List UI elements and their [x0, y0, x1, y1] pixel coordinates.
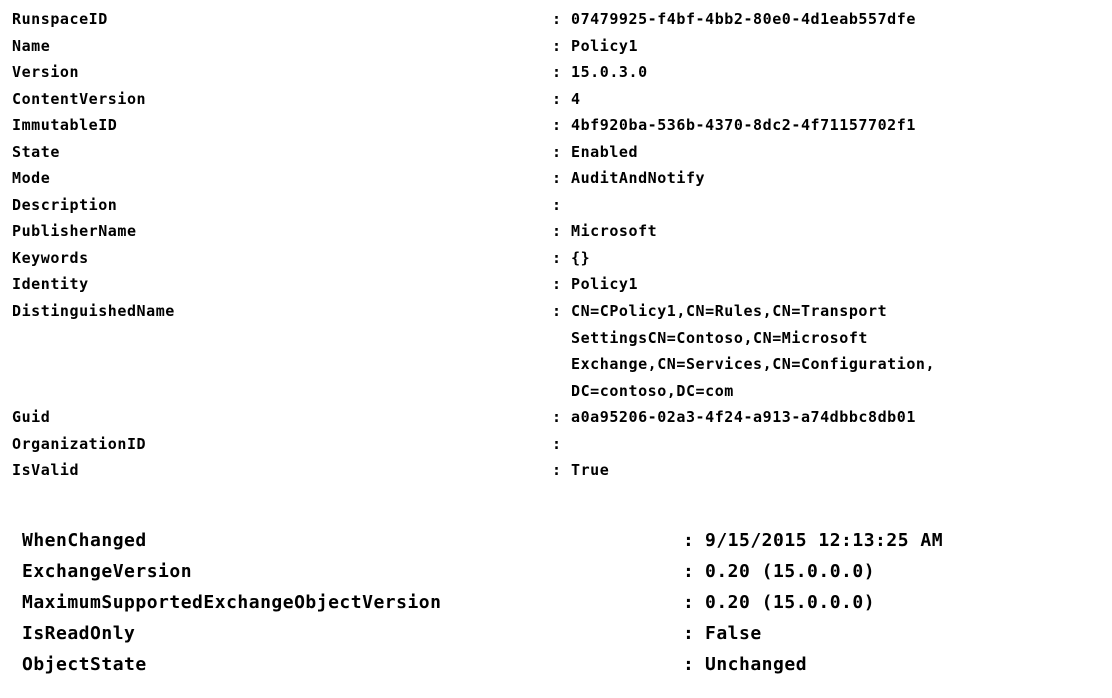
property-value: 15.0.3.0 [571, 63, 648, 82]
property-row: IsValid: True [12, 457, 935, 484]
property-label: Keywords [12, 248, 89, 267]
property-row: Version:15.0.3.0 [12, 59, 935, 86]
property-label: Guid [12, 408, 51, 427]
property-value: AuditAndNotify [571, 169, 706, 188]
property-value-line: DC=contoso,DC=com [571, 381, 734, 400]
property-row: Identity: Policy1 [12, 271, 935, 298]
property-separator: : [552, 10, 562, 28]
property-row: ContentVersion:4 [12, 86, 935, 113]
property-label: Description [12, 195, 118, 214]
property-separator: : [552, 142, 562, 161]
property-value-line: Exchange,CN=Services,CN=Configuration, [571, 355, 936, 374]
property-separator: : [552, 222, 562, 241]
property-value: 4bf920ba-536b-4370-8dc2-4f71157702f1 [571, 116, 916, 135]
property-label: ObjectState [22, 654, 147, 675]
property-label: OrganizationID [12, 434, 147, 453]
property-value: True [571, 461, 610, 480]
property-separator: : [552, 89, 562, 108]
property-label: WhenChanged [22, 530, 147, 551]
property-row: WhenChanged:9/15/2015 12:13:25 AM [22, 525, 943, 556]
property-value: 07479925-f4bf-4bb2-80e0-4d1eab557dfe [571, 10, 916, 28]
property-value: Policy1 [571, 275, 639, 294]
property-separator: : [552, 461, 562, 480]
property-row: MaximumSupportedExchangeObjectVersion:0.… [22, 587, 943, 618]
property-separator: : [552, 302, 562, 321]
property-value: Enabled [571, 142, 639, 161]
property-value: Microsoft [571, 222, 658, 241]
property-separator: : [683, 654, 695, 675]
property-separator: : [552, 116, 562, 135]
property-row: State: Enabled [12, 139, 935, 166]
property-value: 0.20 (15.0.0.0) [705, 561, 876, 582]
property-row: RunspaceID:07479925-f4bf-4bb2-80e0-4d1ea… [12, 6, 935, 33]
property-separator: : [552, 169, 562, 188]
property-row: DistinguishedName: CN=CPolicy1,CN=Rules,C… [12, 298, 935, 404]
property-separator: : [552, 408, 562, 427]
property-row: Guid: a0a95206-02a3-4f24-a913-a74dbbc8db0… [12, 404, 935, 431]
property-label: RunspaceID [12, 10, 108, 28]
property-label: Identity [12, 275, 89, 294]
property-value: 9/15/2015 12:13:25 AM [705, 530, 944, 551]
property-separator: : [552, 195, 562, 214]
property-row: ImmutableID:4bf920ba-536b-4370-8dc2-4f71… [12, 112, 935, 139]
property-row: Mode: AuditAndNotify [12, 165, 935, 192]
property-label: DistinguishedName [12, 302, 175, 321]
property-label: Name [12, 36, 51, 55]
property-value-line: SettingsCN=Contoso,CN=Microsoft [571, 328, 869, 347]
policy-properties-block: RunspaceID:07479925-f4bf-4bb2-80e0-4d1ea… [12, 6, 935, 484]
property-separator: : [552, 434, 562, 453]
property-label: Mode [12, 169, 51, 188]
property-value: 0.20 (15.0.0.0) [705, 592, 876, 613]
property-row: IsReadOnly: False [22, 618, 943, 649]
property-value: 4 [571, 89, 581, 108]
property-row: PublisherName: Microsoft [12, 218, 935, 245]
property-separator: : [683, 623, 695, 644]
property-label: IsReadOnly [22, 623, 136, 644]
property-value: Policy1 [571, 36, 639, 55]
property-value: False [705, 623, 762, 644]
object-metadata-block: WhenChanged:9/15/2015 12:13:25 AM Exchang… [22, 525, 943, 680]
property-separator: : [683, 592, 695, 613]
property-label: ContentVersion [12, 89, 147, 108]
property-value: a0a95206-02a3-4f24-a913-a74dbbc8db01 [571, 408, 916, 427]
property-row: ExchangeVersion:0.20 (15.0.0.0) [22, 556, 943, 587]
property-row: ObjectState: Unchanged [22, 649, 943, 680]
property-separator: : [552, 275, 562, 294]
property-label: ExchangeVersion [22, 561, 193, 582]
property-value-line: CN=CPolicy1,CN=Rules,CN=Transport [571, 302, 888, 321]
property-value: CN=CPolicy1,CN=Rules,CN=Transport Setting… [571, 298, 935, 404]
property-separator: : [683, 530, 695, 551]
property-label: State [12, 142, 60, 161]
property-separator: : [683, 561, 695, 582]
property-value: {} [571, 248, 591, 267]
property-separator: : [552, 248, 562, 267]
property-label: ImmutableID [12, 116, 118, 135]
property-value: Unchanged [705, 654, 808, 675]
property-separator: : [552, 36, 562, 55]
property-row: OrganizationID: [12, 431, 935, 458]
property-row: Name: Policy1 [12, 33, 935, 60]
property-separator: : [552, 63, 562, 82]
property-row: Description: [12, 192, 935, 219]
console-output-screen: RunspaceID:07479925-f4bf-4bb2-80e0-4d1ea… [0, 0, 1112, 698]
property-label: Version [12, 63, 80, 82]
property-label: IsValid [12, 461, 80, 480]
property-row: Keywords: {} [12, 245, 935, 272]
property-label: MaximumSupportedExchangeObjectVersion [22, 592, 442, 613]
property-label: PublisherName [12, 222, 137, 241]
